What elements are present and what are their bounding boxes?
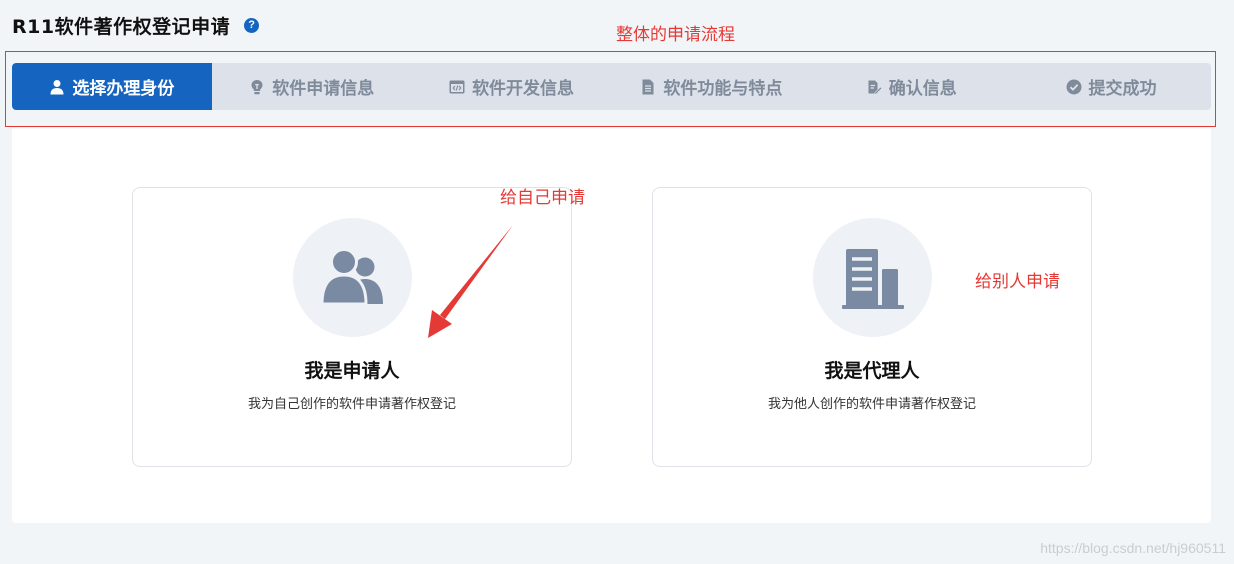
step-submitted[interactable]: 提交成功 — [1011, 63, 1211, 110]
applicant-icon-circle — [293, 218, 412, 337]
lightbulb-icon — [249, 79, 265, 95]
page-title: R11软件著作权登记申请 — [12, 15, 231, 38]
step-software-info[interactable]: 软件申请信息 — [212, 63, 412, 110]
annotation-arrow — [428, 225, 513, 338]
watermark: https://blog.csdn.net/hj960511 — [1040, 540, 1226, 556]
users-icon — [319, 249, 383, 305]
step-label: 确认信息 — [888, 79, 957, 99]
step-label: 软件开发信息 — [472, 79, 575, 99]
step-label: 软件申请信息 — [272, 79, 375, 99]
step-label: 选择办理身份 — [72, 79, 175, 99]
annotation-other: 给别人申请 — [975, 272, 1060, 292]
code-window-icon — [449, 79, 465, 95]
help-icon[interactable]: ? — [244, 17, 260, 33]
title-row: R11软件著作权登记申请 ? — [12, 10, 260, 40]
page: R11软件著作权登记申请 ? 整体的申请流程 选择办理身份 软件申请信息 软件开… — [0, 0, 1234, 564]
agent-icon-circle — [813, 218, 932, 337]
step-select-identity[interactable]: 选择办理身份 — [12, 63, 212, 110]
step-label: 软件功能与特点 — [663, 79, 783, 99]
step-development-info[interactable]: 软件开发信息 — [412, 63, 612, 110]
step-label: 提交成功 — [1088, 79, 1157, 99]
agent-title: 我是代理人 — [824, 360, 920, 382]
annotation-self: 给自己申请 — [500, 188, 585, 208]
step-bar: 选择办理身份 软件申请信息 软件开发信息 软件功能与特点 确认信息 提交成功 — [12, 63, 1211, 110]
applicant-title: 我是申请人 — [304, 360, 400, 382]
step-confirm[interactable]: 确认信息 — [811, 63, 1011, 110]
step-features[interactable]: 软件功能与特点 — [611, 63, 811, 110]
annotation-flow: 整体的申请流程 — [616, 25, 735, 45]
document-icon — [640, 79, 656, 95]
user-icon — [49, 79, 65, 95]
building-icon — [841, 248, 904, 309]
agent-card[interactable]: 我是代理人 我为他人创作的软件申请著作权登记 — [652, 187, 1092, 467]
check-circle-icon — [1066, 79, 1082, 95]
applicant-description: 我为自己创作的软件申请著作权登记 — [247, 397, 456, 412]
agent-description: 我为他人创作的软件申请著作权登记 — [767, 397, 976, 412]
edit-document-icon — [866, 79, 882, 95]
